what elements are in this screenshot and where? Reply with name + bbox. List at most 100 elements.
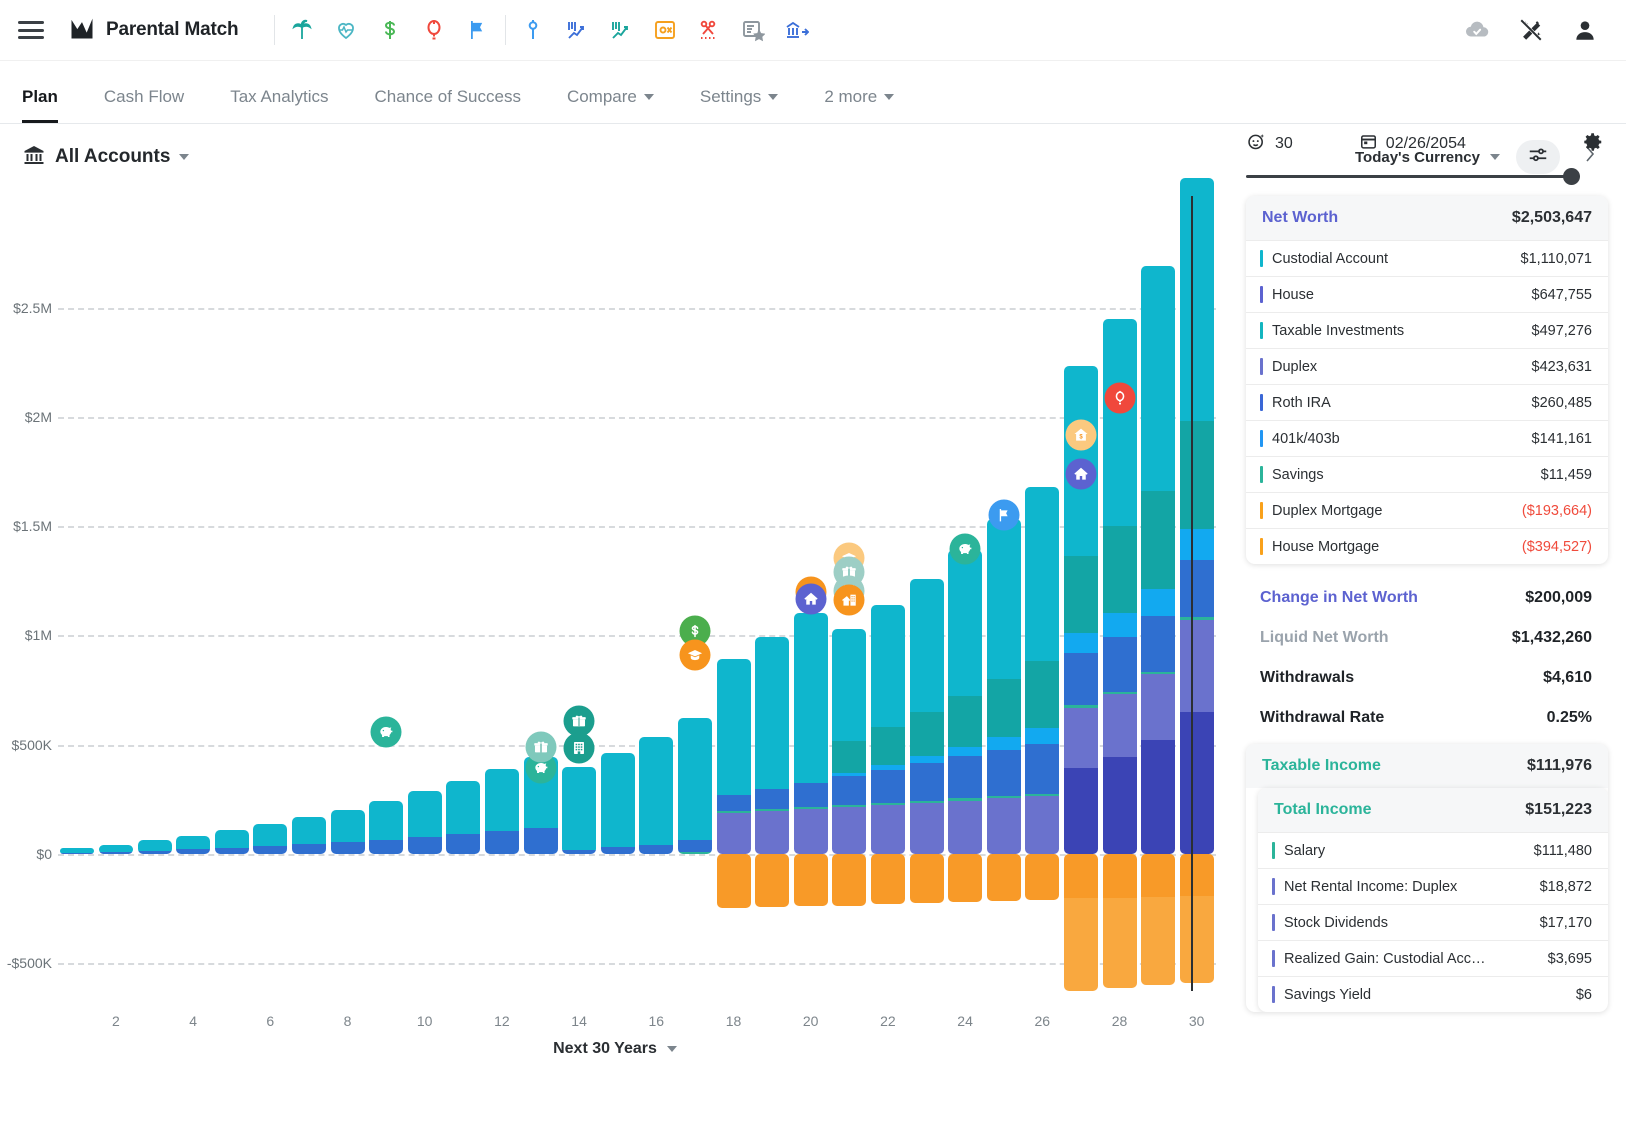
chart-bar-positive[interactable] [214, 830, 249, 854]
gift-icon[interactable] [525, 731, 556, 763]
net-worth-row[interactable]: 401k/403b $141,161 [1246, 420, 1608, 456]
net-worth-row[interactable]: Taxable Investments $497,276 [1246, 312, 1608, 348]
chart-bar-negative[interactable] [1025, 854, 1060, 900]
chart-bar-positive[interactable] [291, 817, 326, 854]
chart-bar-segment [369, 801, 404, 840]
chart-bar-positive[interactable] [60, 848, 95, 854]
net-worth-row[interactable]: House Mortgage ($394,527) [1246, 528, 1608, 564]
total-income-row[interactable]: Savings Yield $6 [1258, 976, 1608, 1012]
total-income-row[interactable]: Net Rental Income: Duplex $18,872 [1258, 868, 1608, 904]
chart-bar-positive[interactable] [870, 604, 905, 854]
chart-bar-positive[interactable] [446, 780, 481, 854]
chart-bar-positive[interactable] [677, 718, 712, 854]
rental-property-icon[interactable] [833, 584, 865, 616]
bank-transfer-icon[interactable] [784, 17, 810, 43]
chart-bar-positive[interactable] [330, 809, 365, 854]
chart-bar-negative[interactable] [1179, 854, 1214, 983]
chart-bar-negative[interactable] [986, 854, 1021, 901]
chart-bar-negative[interactable] [1141, 854, 1176, 986]
user-account-icon[interactable] [1572, 17, 1598, 43]
tab-tax-analytics[interactable]: Tax Analytics [230, 87, 352, 123]
account-selector[interactable]: All Accounts [22, 143, 190, 172]
certificate-star-icon[interactable] [740, 17, 766, 43]
cloud-check-icon[interactable] [1464, 17, 1490, 43]
chart-bar-positive[interactable] [137, 840, 172, 854]
chart-bar-positive[interactable] [98, 844, 133, 854]
color-swatch [1260, 250, 1263, 267]
net-worth-row[interactable]: Duplex $423,631 [1246, 348, 1608, 384]
scissors-cut-icon[interactable] [696, 17, 722, 43]
net-worth-row[interactable]: Roth IRA $260,485 [1246, 384, 1608, 420]
chart-bar-negative[interactable] [793, 854, 828, 907]
house-icon[interactable] [795, 583, 827, 615]
chart-bar-positive[interactable] [1025, 486, 1060, 854]
total-income-row[interactable]: Salary $111,480 [1258, 832, 1608, 868]
tab-label: Compare [566, 87, 637, 106]
hamburger-menu-icon[interactable] [18, 21, 44, 39]
tab-settings[interactable]: Settings [700, 87, 802, 123]
home-sale-icon[interactable]: $ [1065, 419, 1097, 451]
house-icon[interactable] [1065, 458, 1097, 490]
chart-rise-icon[interactable] [608, 17, 634, 43]
chart-bar-segment [1179, 896, 1214, 983]
total-income-row[interactable]: Stock Dividends $17,170 [1258, 904, 1608, 940]
tab-plan[interactable]: Plan [22, 87, 82, 123]
tab-chance-of-success[interactable]: Chance of Success [374, 87, 544, 123]
chart-bar-negative[interactable] [909, 854, 944, 904]
net-worth-row[interactable]: Savings $11,459 [1246, 456, 1608, 492]
chart-bar-positive[interactable] [1179, 178, 1214, 854]
flag-icon[interactable] [988, 499, 1020, 531]
chart-bar-negative[interactable] [870, 854, 905, 905]
piggy-bank-icon[interactable] [949, 533, 981, 565]
timeline-slider[interactable] [1246, 167, 1604, 185]
chart-bar-positive[interactable] [755, 636, 790, 854]
chart-bar-negative[interactable] [1063, 854, 1098, 992]
chart-bar-positive[interactable] [484, 769, 519, 854]
net-worth-row[interactable]: Duplex Mortgage ($193,664) [1246, 492, 1608, 528]
chart-bar-positive[interactable] [986, 519, 1021, 854]
x-axis-title[interactable]: Next 30 Years [0, 1040, 1230, 1058]
balloon-icon[interactable] [1104, 382, 1135, 414]
tax-remove-icon[interactable] [652, 17, 678, 43]
magic-wand-off-icon[interactable] [1518, 17, 1544, 43]
chart-bar-negative[interactable] [1102, 854, 1137, 989]
chart-bar-segment [1063, 555, 1098, 633]
slider-thumb[interactable] [1563, 167, 1580, 185]
tab-compare[interactable]: Compare [567, 87, 678, 123]
heart-pulse-icon[interactable] [333, 17, 359, 43]
timeline-header: 30 02/26/2054 [1230, 124, 1626, 190]
chart-bar-positive[interactable] [832, 629, 867, 854]
timeline-settings-button[interactable] [1582, 131, 1604, 158]
chart-bar-negative[interactable] [716, 854, 751, 909]
chart-bar-positive[interactable] [909, 578, 944, 854]
chart-bar-positive[interactable] [600, 753, 635, 854]
net-worth-row[interactable]: Custodial Account $1,110,071 [1246, 240, 1608, 276]
pin-marker-icon[interactable] [520, 17, 546, 43]
tab-cash-flow[interactable]: Cash Flow [104, 87, 208, 123]
chart-bar-positive[interactable] [253, 824, 288, 854]
chart-bar-positive[interactable] [407, 791, 442, 854]
balloon-icon[interactable] [421, 17, 447, 43]
chart-bar-segment [1025, 854, 1060, 900]
chart-bar-positive[interactable] [716, 658, 751, 854]
tab-more[interactable]: 2 more [824, 87, 918, 123]
chart-bar-negative[interactable] [832, 854, 867, 906]
dollar-sign-icon[interactable] [377, 17, 403, 43]
chart-bar-negative[interactable] [948, 854, 983, 903]
chart-bar-positive[interactable] [639, 737, 674, 854]
chart-bar-positive[interactable] [369, 801, 404, 854]
graduation-cap-icon[interactable] [679, 639, 711, 671]
net-worth-row[interactable]: House $647,755 [1246, 276, 1608, 312]
chart-bar-negative[interactable] [755, 854, 790, 908]
total-income-row[interactable]: Realized Gain: Custodial Accou… $3,695 [1258, 940, 1608, 976]
chart-bar-positive[interactable] [793, 612, 828, 854]
piggy-bank-icon[interactable] [370, 716, 402, 748]
chart-drop-icon[interactable] [564, 17, 590, 43]
chart-bar-positive[interactable] [176, 835, 211, 854]
flag-icon[interactable] [465, 17, 491, 43]
chart-bar-positive[interactable] [1141, 265, 1176, 854]
office-building-icon[interactable] [563, 732, 595, 764]
chart-bar-positive[interactable] [562, 766, 597, 854]
palm-tree-icon[interactable] [289, 17, 315, 43]
chart-bar-positive[interactable] [948, 550, 983, 854]
